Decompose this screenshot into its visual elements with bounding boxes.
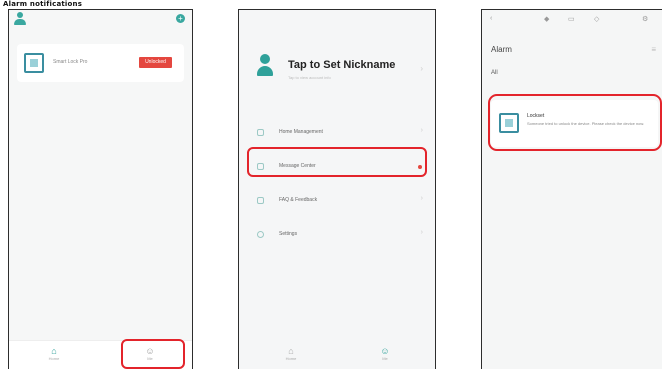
highlight-alarm-card — [488, 94, 662, 151]
device-status-badge: Unlocked — [139, 57, 172, 68]
nickname-title[interactable]: Tap to Set Nickname — [288, 59, 395, 71]
back-icon[interactable]: ‹ — [490, 15, 492, 22]
gear-icon[interactable]: ⚙ — [642, 15, 648, 23]
tab-icon[interactable]: ▭ — [568, 15, 575, 23]
tab-icon[interactable]: ◆ — [544, 15, 549, 23]
lock-device-icon — [24, 53, 44, 73]
avatar-icon[interactable] — [257, 54, 273, 78]
user-body — [14, 19, 26, 25]
add-icon[interactable]: + — [176, 14, 185, 23]
highlight-me-tab — [121, 339, 185, 369]
page-title: Alarm — [491, 45, 512, 54]
user-head — [17, 12, 23, 18]
settings-menu: Home Management › Message Center FAQ & F… — [247, 116, 429, 252]
caption: Alarm notifications — [3, 0, 83, 8]
phone-screen-alarm: ‹ ◆ ▭ ◇ ⚙ Alarm ≡ All Lockset Someone tr… — [481, 9, 662, 369]
filter-dropdown[interactable]: All — [491, 70, 498, 76]
highlight-message-center — [247, 147, 427, 177]
home-icon — [257, 129, 264, 136]
chevron-right-icon: › — [420, 195, 423, 202]
home-icon: ⌂ — [288, 346, 294, 356]
feedback-icon — [257, 197, 264, 204]
menu-item-faq-feedback[interactable]: FAQ & Feedback › — [247, 184, 429, 218]
device-card[interactable]: Smart Lock Pro Unlocked — [17, 44, 184, 82]
menu-item-home-management[interactable]: Home Management › — [247, 116, 429, 150]
chevron-right-icon: › — [420, 64, 423, 73]
tab-label: Me — [382, 356, 388, 361]
avatar-body — [257, 66, 273, 76]
top-toolbar: ‹ ◆ ▭ ◇ ⚙ — [482, 10, 662, 32]
tab-label: Home — [48, 356, 60, 361]
menu-label: Settings — [279, 231, 298, 237]
phone-screen-me: Tap to Set Nickname Tap to view account … — [238, 9, 436, 369]
home-icon: ⌂ — [51, 346, 57, 356]
gear-icon — [257, 231, 264, 238]
menu-icon[interactable]: ≡ — [651, 45, 656, 54]
me-icon: ☺ — [380, 346, 390, 356]
tab-home[interactable]: ⌂ Home — [39, 346, 69, 368]
menu-label: Home Management — [279, 129, 323, 135]
menu-item-settings[interactable]: Settings › — [247, 218, 429, 252]
device-name: Smart Lock Pro — [53, 59, 88, 65]
menu-label: FAQ & Feedback — [279, 197, 318, 203]
chevron-right-icon: › — [420, 229, 423, 236]
tab-icon[interactable]: ◇ — [594, 15, 599, 23]
phone-screen-home: + Smart Lock Pro Unlocked ⌂ Home ☺ Me — [8, 9, 193, 369]
nickname-subtitle: Tap to view account info — [288, 75, 331, 80]
tab-bar: ⌂ Home ☺ Me — [239, 341, 435, 369]
tab-home[interactable]: ⌂ Home — [276, 346, 306, 368]
tab-label: Home — [285, 356, 297, 361]
chevron-right-icon: › — [420, 127, 423, 134]
user-icon[interactable] — [14, 12, 26, 26]
avatar-head — [260, 54, 270, 64]
tab-me[interactable]: ☺ Me — [370, 346, 400, 368]
